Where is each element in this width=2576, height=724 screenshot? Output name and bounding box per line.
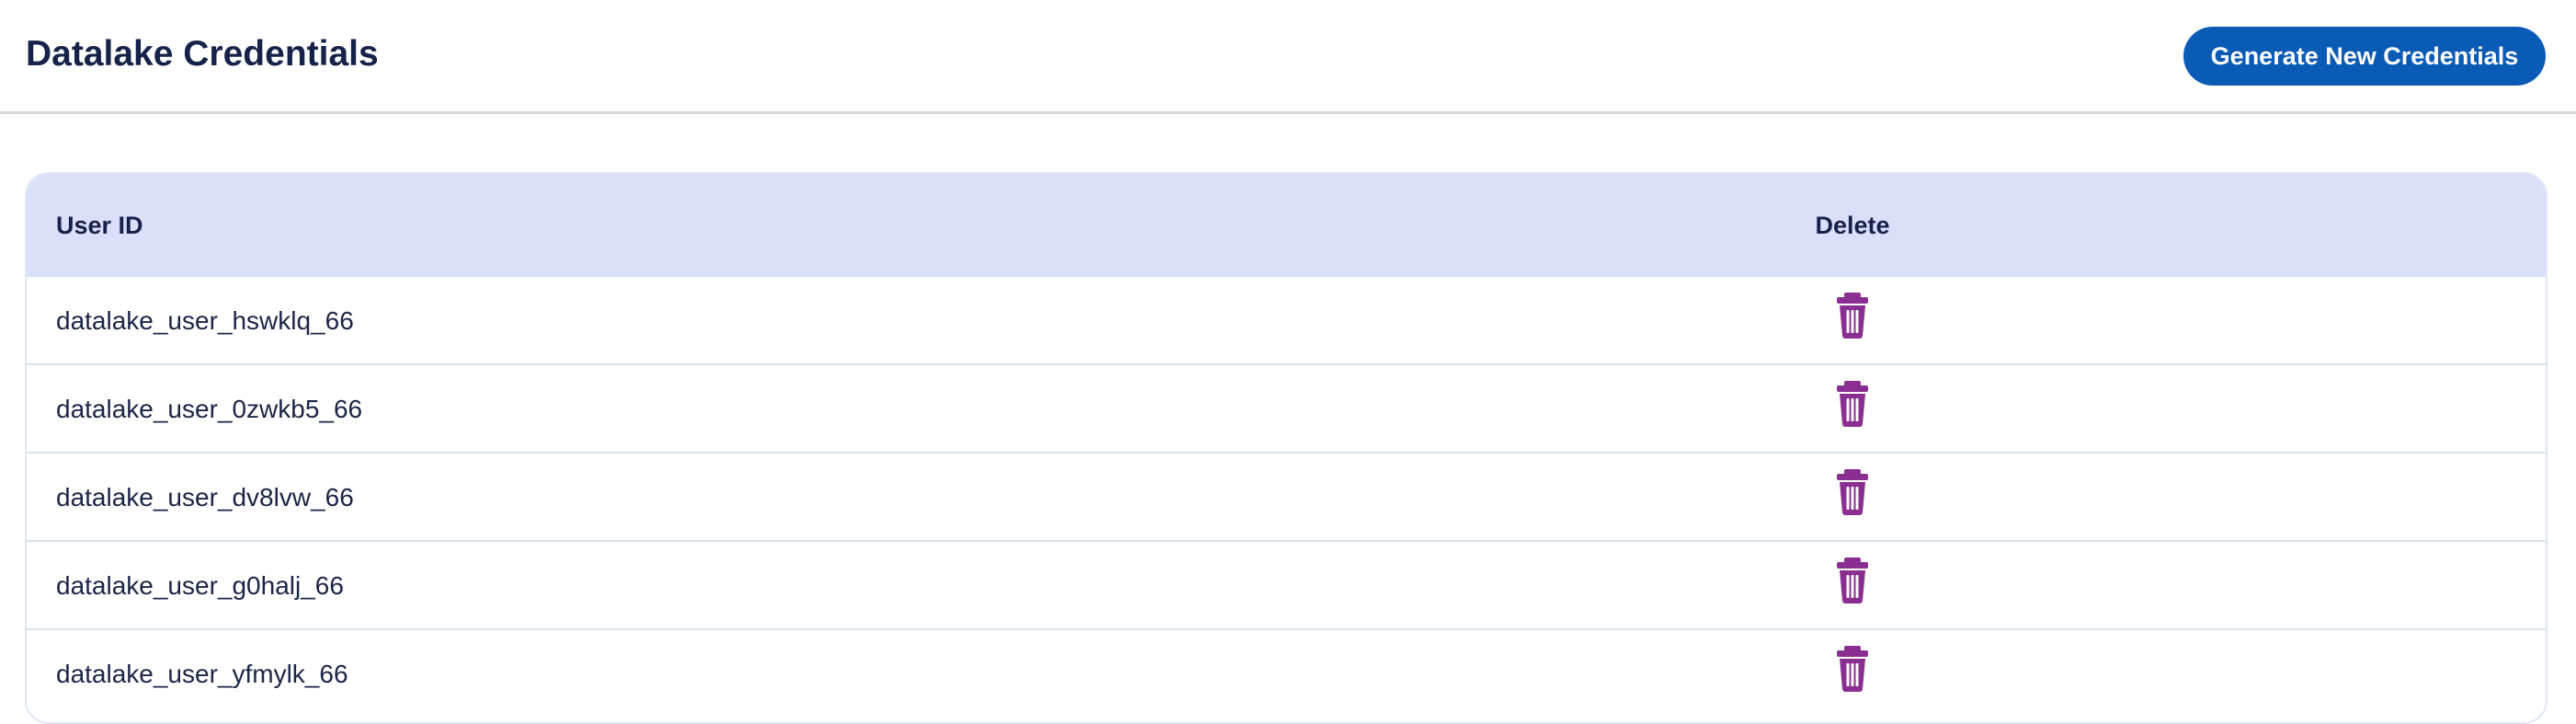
column-header-user-id: User ID — [56, 212, 143, 239]
delete-button[interactable] — [1829, 378, 1876, 430]
page-title: Datalake Credentials — [26, 34, 379, 74]
trash-icon — [1837, 557, 1868, 603]
trash-icon — [1837, 381, 1868, 427]
delete-button[interactable] — [1829, 290, 1876, 341]
user-id-cell: datalake_user_g0halj_66 — [56, 571, 344, 600]
table-row: datalake_user_hswklq_66 — [27, 277, 2546, 365]
delete-button[interactable] — [1829, 643, 1876, 695]
credentials-table: User ID Delete datalake_user_hswklq_66 d… — [25, 172, 2548, 724]
delete-button[interactable] — [1829, 555, 1876, 606]
delete-button[interactable] — [1829, 466, 1876, 518]
table-row: datalake_user_0zwkb5_66 — [27, 365, 2546, 454]
table-row: datalake_user_g0halj_66 — [27, 542, 2546, 630]
user-id-cell: datalake_user_dv8lvw_66 — [56, 483, 354, 511]
table-header-row: User ID Delete — [27, 174, 2546, 277]
column-header-delete: Delete — [1815, 212, 1890, 239]
trash-icon — [1837, 293, 1868, 339]
page-header: Datalake Credentials Generate New Creden… — [0, 0, 2576, 114]
trash-icon — [1837, 469, 1868, 515]
user-id-cell: datalake_user_0zwkb5_66 — [56, 395, 363, 423]
table-row: datalake_user_yfmylk_66 — [27, 630, 2546, 718]
table-row: datalake_user_dv8lvw_66 — [27, 454, 2546, 542]
user-id-cell: datalake_user_yfmylk_66 — [56, 660, 348, 688]
user-id-cell: datalake_user_hswklq_66 — [56, 306, 354, 335]
generate-new-credentials-button[interactable]: Generate New Credentials — [2183, 27, 2546, 86]
trash-icon — [1837, 646, 1868, 692]
table-body: datalake_user_hswklq_66 datalake_user_0z… — [27, 277, 2546, 718]
